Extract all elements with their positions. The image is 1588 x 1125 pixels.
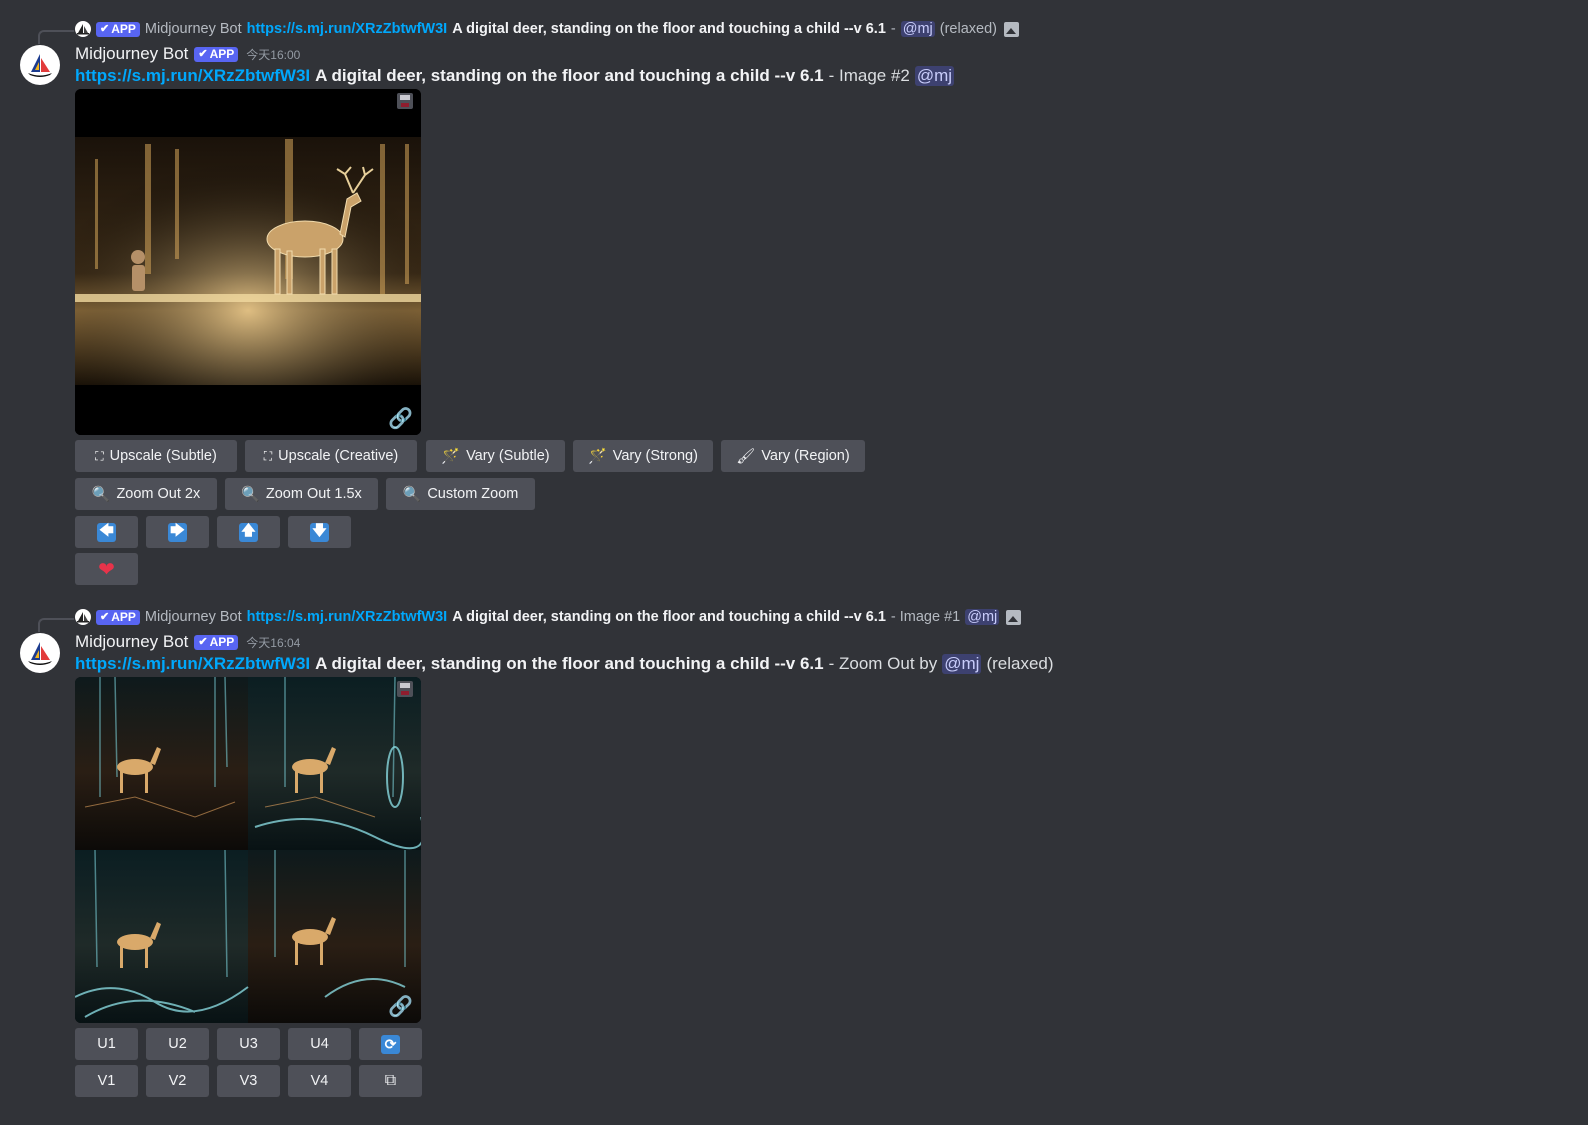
magic-wand-icon: 🪄 [441, 448, 461, 465]
mention[interactable]: @mj [914, 66, 955, 86]
pan-down-button[interactable]: 🡇 [288, 516, 351, 548]
vary-2-button[interactable]: V2 [146, 1065, 209, 1097]
zoom-label: - Zoom Out by [828, 654, 938, 673]
reply-link[interactable]: https://s.mj.run/XRzZbtwfW3I [247, 21, 448, 37]
magnifier-icon: 🔍 [91, 486, 111, 503]
mini-avatar-icon [75, 609, 91, 625]
arrow-up-icon: 🡅 [239, 522, 258, 542]
reply-mention[interactable]: @mj [965, 609, 1000, 625]
message-content: https://s.mj.run/XRzZbtwfW3I A digital d… [75, 64, 955, 88]
deer-grid-art [75, 677, 421, 1023]
reply-prompt: A digital deer, standing on the floor an… [452, 609, 886, 625]
reply-prompt: A digital deer, standing on the floor an… [452, 21, 886, 37]
reroll-button[interactable]: ⟳ [359, 1028, 422, 1060]
upscale-subtle-button[interactable]: ⛶ Upscale (Subtle) [75, 440, 237, 472]
magnifier-icon: 🔍 [402, 486, 422, 503]
arrow-left-icon: 🡄 [97, 522, 116, 542]
upscale-creative-button[interactable]: ⛶ Upscale (Creative) [245, 440, 417, 472]
reply-link[interactable]: https://s.mj.run/XRzZbtwfW3I [247, 609, 448, 625]
reply-separator: - Image #1 [890, 609, 961, 625]
save-icon[interactable] [397, 681, 413, 697]
avatar[interactable] [20, 633, 60, 673]
vary-3-button[interactable]: V3 [217, 1065, 280, 1097]
arrow-right-icon: 🡆 [168, 522, 187, 542]
vary-4-button[interactable]: V4 [288, 1065, 351, 1097]
favorite-button[interactable]: ❤ [75, 553, 138, 585]
username[interactable]: Midjourney Bot [75, 44, 188, 64]
magic-wand-icon: 🪄 [588, 448, 607, 465]
vary-strong-button[interactable]: 🪄 Vary (Strong) [573, 440, 713, 472]
pan-right-button[interactable]: 🡆 [146, 516, 209, 548]
reroll-icon: ⟳ [381, 1034, 400, 1054]
timestamp: 今天16:04 [246, 635, 301, 650]
message-content: https://s.mj.run/XRzZbtwfW3I A digital d… [75, 652, 1054, 676]
deer-image-art [75, 89, 421, 435]
message-header: Midjourney Bot ✔ APP 今天16:00 [75, 43, 300, 65]
vary-subtle-button[interactable]: 🪄 Vary (Subtle) [426, 440, 565, 472]
reply-connector [38, 618, 74, 632]
username[interactable]: Midjourney Bot [75, 632, 188, 652]
reply-preview[interactable]: ✔ APP Midjourney Bot https://s.mj.run/XRz… [75, 19, 1019, 39]
timestamp: 今天16:00 [246, 47, 301, 62]
open-external-icon: ⧉ [384, 1072, 397, 1089]
image-icon [1003, 21, 1019, 37]
zoom-out-2x-button[interactable]: 🔍 Zoom Out 2x [75, 478, 217, 510]
heart-icon: ❤ [98, 558, 115, 581]
avatar[interactable] [20, 45, 60, 85]
reply-preview[interactable]: ✔ APP Midjourney Bot https://s.mj.run/XRz… [75, 607, 1022, 627]
reply-mention[interactable]: @mj [900, 21, 935, 37]
open-external-button[interactable]: ⧉ [359, 1065, 422, 1097]
prompt-text: A digital deer, standing on the floor an… [315, 654, 824, 673]
reply-bot-name: Midjourney Bot [144, 21, 242, 37]
vary-1-button[interactable]: V1 [75, 1065, 138, 1097]
upscale-icon: ⛶ [263, 448, 273, 463]
upscale-3-button[interactable]: U3 [217, 1028, 280, 1060]
generated-image-grid[interactable]: 🔗 [75, 677, 421, 1023]
message-header: Midjourney Bot ✔ APP 今天16:04 [75, 631, 300, 653]
prompt-link[interactable]: https://s.mj.run/XRzZbtwfW3I [75, 654, 310, 674]
app-tag: ✔ APP [96, 21, 140, 37]
prompt-text: A digital deer, standing on the floor an… [315, 66, 824, 85]
prompt-link[interactable]: https://s.mj.run/XRzZbtwfW3I [75, 66, 310, 86]
mention[interactable]: @mj [942, 654, 982, 674]
generated-image[interactable]: 🔗 [75, 89, 421, 435]
image-icon [1006, 609, 1022, 625]
pan-up-button[interactable]: 🡅 [217, 516, 280, 548]
upscale-4-button[interactable]: U4 [288, 1028, 351, 1060]
custom-zoom-button[interactable]: 🔍 Custom Zoom [386, 478, 535, 510]
app-tag: ✔ APP [96, 609, 140, 625]
reply-bot-name: Midjourney Bot [144, 609, 242, 625]
reply-separator: - [890, 21, 896, 37]
vary-region-button[interactable]: 🖌 Vary (Region) [721, 440, 865, 472]
magnifier-icon: 🔍 [241, 486, 260, 503]
mode-suffix: (relaxed) [986, 654, 1054, 673]
reply-suffix: (relaxed) [939, 21, 997, 37]
link-icon[interactable]: 🔗 [388, 994, 413, 1019]
arrow-down-icon: 🡇 [310, 522, 329, 542]
upscale-2-button[interactable]: U2 [146, 1028, 209, 1060]
paintbrush-icon: 🖌 [736, 448, 756, 465]
upscale-1-button[interactable]: U1 [75, 1028, 138, 1060]
save-icon[interactable] [397, 93, 413, 109]
zoom-out-1-5x-button[interactable]: 🔍 Zoom Out 1.5x [225, 478, 378, 510]
reply-connector [38, 30, 74, 44]
app-tag: ✔ APP [194, 634, 239, 650]
image-label: - Image #2 [828, 66, 910, 85]
link-icon[interactable]: 🔗 [388, 406, 413, 431]
mini-avatar-icon [75, 21, 91, 37]
upscale-icon: ⛶ [95, 448, 104, 463]
pan-left-button[interactable]: 🡄 [75, 516, 138, 548]
app-tag: ✔ APP [194, 46, 239, 62]
